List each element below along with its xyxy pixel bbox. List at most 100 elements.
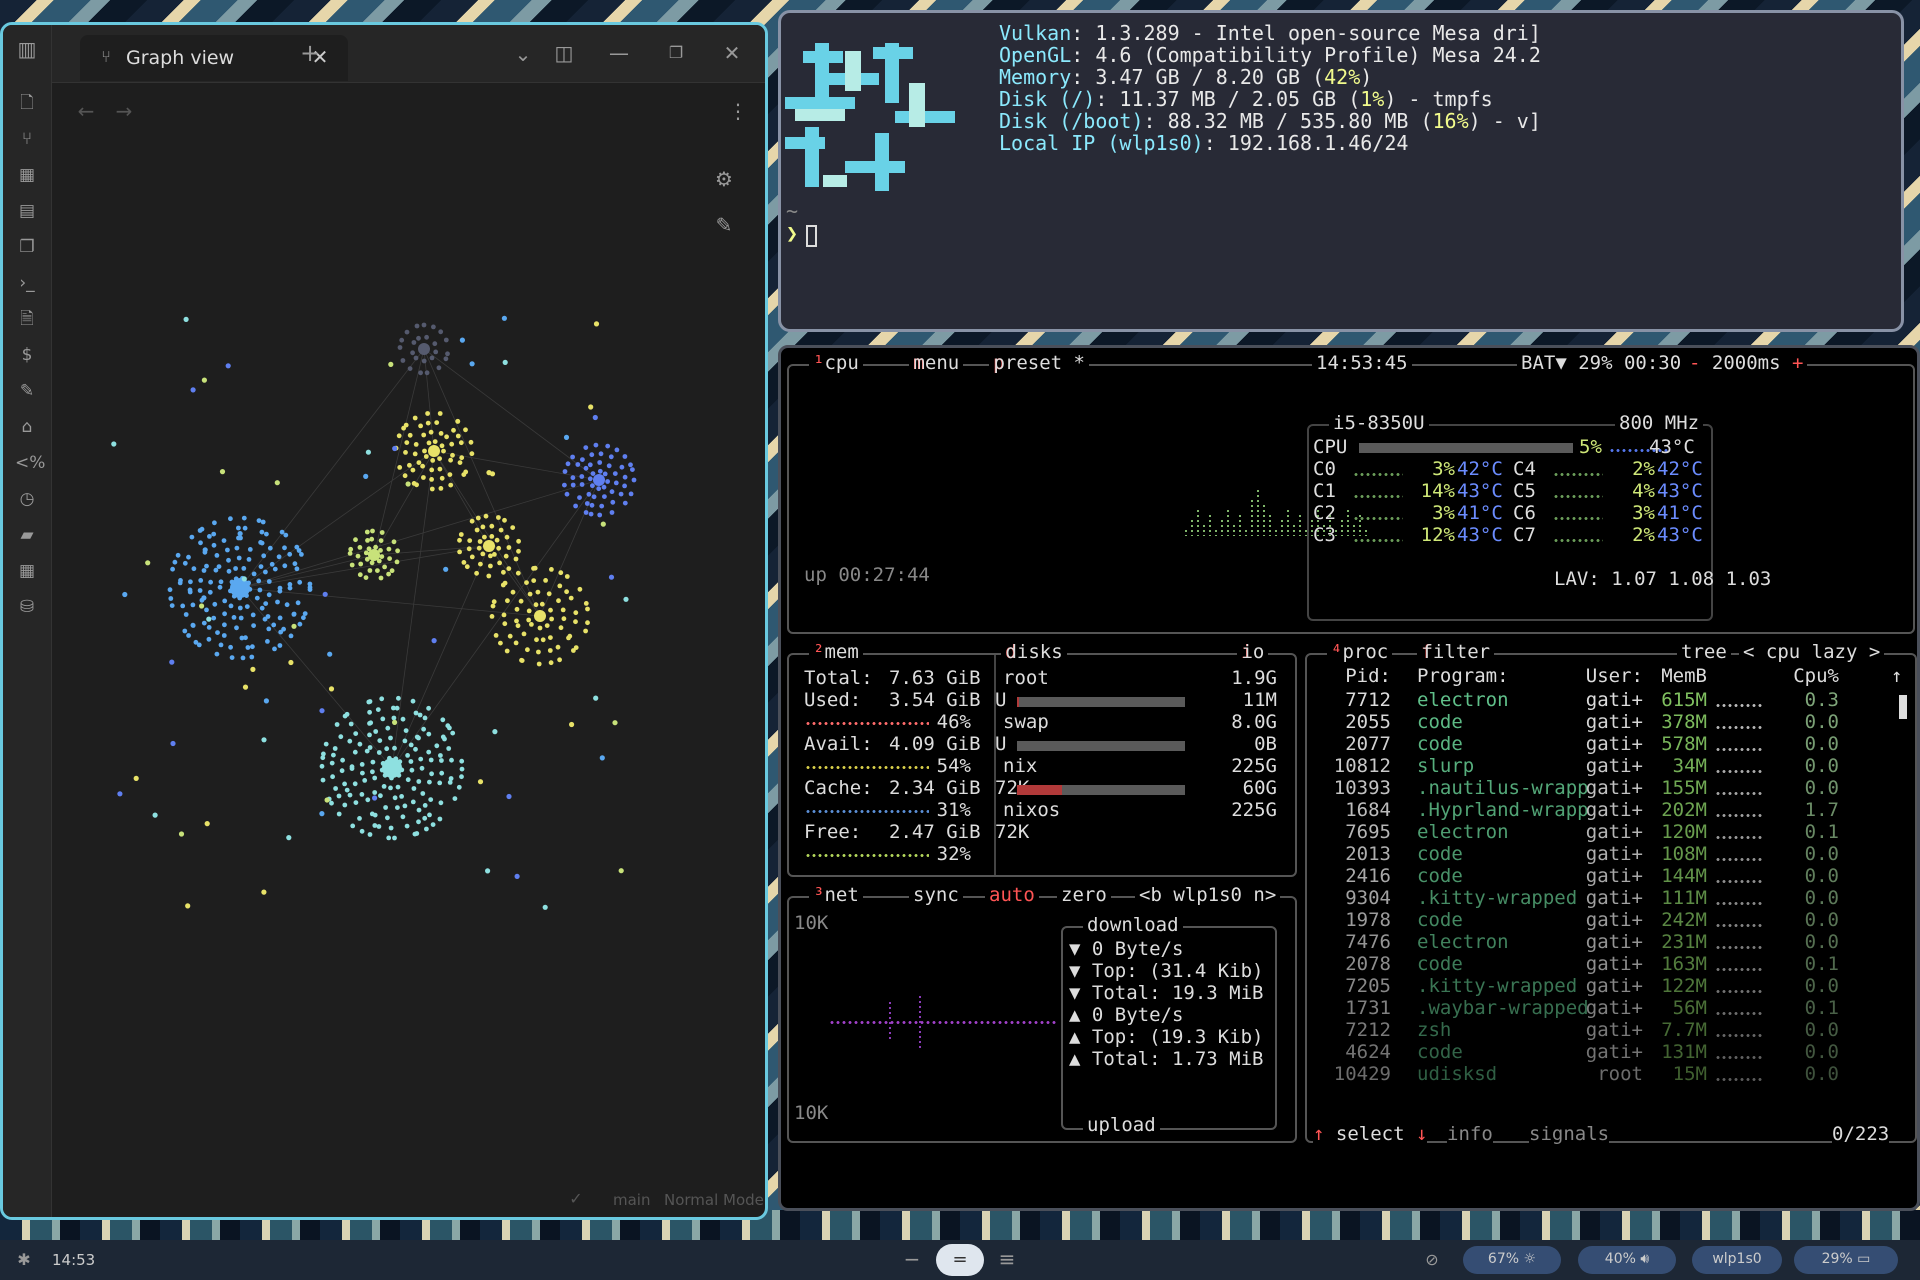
mem-graph xyxy=(805,809,929,814)
percent-icon[interactable]: <% xyxy=(15,451,45,475)
proc-col-header[interactable]: Program: xyxy=(1417,665,1567,687)
dashboard-icon[interactable]: ▦ xyxy=(15,163,39,187)
cpu-tab[interactable]: cpu xyxy=(824,352,858,374)
interval-label: 2000ms xyxy=(1711,352,1781,374)
home-icon[interactable]: ⌂ xyxy=(15,415,39,439)
cpu-graph-bar xyxy=(1245,530,1247,536)
cpu-total-label: CPU xyxy=(1313,436,1348,458)
sysinfo-key: Vulkan xyxy=(999,21,1072,45)
proc-header: Pid: Program: User: MemB Cpu% ↑ xyxy=(1307,665,1907,689)
sysinfo-key: Memory xyxy=(999,65,1072,89)
eye-off-icon[interactable]: ⊘ xyxy=(1420,1248,1444,1272)
proc-cell: 120M xyxy=(1661,821,1707,843)
terminal-fastfetch[interactable]: Vulkan: 1.3.289 - Intel open-source Mesa… xyxy=(778,10,1904,332)
proc-col-header[interactable]: Pid: xyxy=(1313,665,1391,687)
sync-button[interactable]: sync xyxy=(909,884,963,906)
preset-button[interactable]: ppreset * xyxy=(989,352,1089,374)
proc-col-header[interactable]: Cpu% xyxy=(1737,665,1839,687)
workspace-1-icon[interactable]: − xyxy=(900,1247,924,1271)
layers-icon[interactable]: ▰ xyxy=(15,523,39,547)
proc-row[interactable]: 10429 udisksd root 15M 0.0 xyxy=(1307,1063,1897,1090)
proc-col-header[interactable]: User: xyxy=(1553,665,1643,687)
database-icon[interactable]: ⛁ xyxy=(15,595,39,619)
cpu-graph-bar xyxy=(1257,490,1259,536)
mem-pct: 32% xyxy=(936,843,971,865)
auto-button[interactable]: auto xyxy=(985,884,1039,906)
net-title[interactable]: net xyxy=(824,884,858,906)
proc-title[interactable]: proc xyxy=(1342,641,1388,663)
maximize-icon[interactable]: ❐ xyxy=(664,41,688,65)
proc-cell: gati+ xyxy=(1585,689,1643,711)
core-spark xyxy=(1353,494,1403,499)
proc-cell: 34M xyxy=(1672,755,1707,777)
info-button[interactable]: info xyxy=(1447,1123,1493,1145)
proc-cell: 15M xyxy=(1672,1063,1707,1085)
disk-u-label: U xyxy=(995,689,1007,711)
close-window-icon[interactable]: ✕ xyxy=(720,41,744,65)
copy-icon[interactable]: ❐ xyxy=(15,235,39,259)
cpu-graph-bar xyxy=(1197,510,1199,536)
zero-button[interactable]: zero xyxy=(1057,884,1111,906)
minimize-icon[interactable]: — xyxy=(607,41,631,65)
volume-pill[interactable]: 40% 🔊︎ xyxy=(1578,1246,1676,1274)
chevron-down-icon[interactable]: ⌄ xyxy=(511,42,535,66)
network-pill[interactable]: wlp1s0 xyxy=(1692,1246,1782,1274)
graph-canvas[interactable]: ← → ⋮ ⚙ ✎ ✓ main Normal Mode xyxy=(52,83,765,1217)
select-label[interactable]: select xyxy=(1336,1123,1405,1145)
new-tab-icon[interactable]: + xyxy=(298,41,322,65)
sort-selector[interactable]: < cpu lazy > xyxy=(1743,641,1880,663)
signals-button[interactable]: signals xyxy=(1529,1123,1610,1145)
volume-value: 40% xyxy=(1604,1251,1636,1267)
proc-cell: 131M xyxy=(1661,1041,1707,1063)
proc-cell: .kitty-wrapped xyxy=(1417,975,1578,997)
note-icon[interactable]: 🗎 xyxy=(15,307,39,331)
proc-cpu-spark xyxy=(1715,1011,1763,1016)
sysinfo-line: Vulkan: 1.3.289 - Intel open-source Mesa… xyxy=(999,21,1541,45)
disk-size: 1.9G xyxy=(1231,667,1277,689)
interface-selector[interactable]: <b wlp1s0 n> xyxy=(1135,884,1281,906)
calendar-icon[interactable]: ▤ xyxy=(15,199,39,223)
git-branch-icon[interactable]: ⑂ xyxy=(15,127,39,151)
interval[interactable]: - 2000ms + xyxy=(1685,352,1808,374)
terminal-btop[interactable]: ¹cpu mmenu ppreset * 14:53:45 BAT▼ 29% 0… xyxy=(778,345,1920,1211)
dollar-icon[interactable]: $ xyxy=(15,343,39,367)
proc-cpu-spark xyxy=(1715,703,1763,708)
menu-button[interactable]: mmenu xyxy=(909,352,964,374)
cpu-graph-bar xyxy=(1293,525,1295,536)
cpu-graph-bar xyxy=(1275,530,1277,536)
pen-icon[interactable]: ✎ xyxy=(15,379,39,403)
proc-cell: electron xyxy=(1417,689,1509,711)
workspace-2-active[interactable]: = xyxy=(936,1244,984,1276)
workspace-3-icon[interactable]: ≡ xyxy=(995,1247,1019,1271)
disks-title[interactable]: disks xyxy=(1005,641,1062,663)
split-view-icon[interactable]: ◫ xyxy=(552,41,576,65)
files-icon[interactable]: 🗋 xyxy=(15,91,39,115)
table-icon[interactable]: ▦ xyxy=(15,559,39,583)
sysinfo-key: Disk (/boot) xyxy=(999,109,1144,133)
disk-u-label: U xyxy=(995,733,1007,755)
tree-button[interactable]: tree xyxy=(1681,641,1727,663)
proc-col-header[interactable]: MemB xyxy=(1645,665,1707,687)
cpu-total-temp: 43°C xyxy=(1649,436,1695,458)
proc-cell: root xyxy=(1597,1063,1643,1085)
mem-title[interactable]: mem xyxy=(824,641,858,663)
sidebar-toggle-icon[interactable]: ▥ xyxy=(15,37,39,61)
proc-cell: 122M xyxy=(1661,975,1707,997)
proc-cell: gati+ xyxy=(1585,975,1643,997)
proc-scrollbar[interactable] xyxy=(1899,695,1907,719)
cpu-graph-bar xyxy=(1221,520,1223,536)
timer-icon[interactable]: ◷ xyxy=(15,487,39,511)
terminal-icon[interactable]: ›_ xyxy=(15,271,39,295)
bluetooth-icon[interactable]: ✱ xyxy=(12,1248,36,1272)
terminal-cursor[interactable] xyxy=(806,225,817,247)
sysinfo-key: Local IP (wlp1s0) xyxy=(999,131,1204,155)
io-title[interactable]: io xyxy=(1241,641,1264,663)
filter-button[interactable]: filter xyxy=(1421,641,1490,663)
sysinfo-value: 88.32 MB / 535.80 MB ( xyxy=(1167,109,1433,133)
sysinfo-tail: ) xyxy=(1360,65,1373,89)
core-name: C6 xyxy=(1513,502,1536,524)
proc-cell: code xyxy=(1417,711,1463,733)
brightness-pill[interactable]: 67% ☼ xyxy=(1463,1246,1561,1274)
battery-pill[interactable]: 29% ▭ xyxy=(1794,1246,1898,1274)
proc-cell: .Hyprland-wrapp xyxy=(1417,799,1589,821)
